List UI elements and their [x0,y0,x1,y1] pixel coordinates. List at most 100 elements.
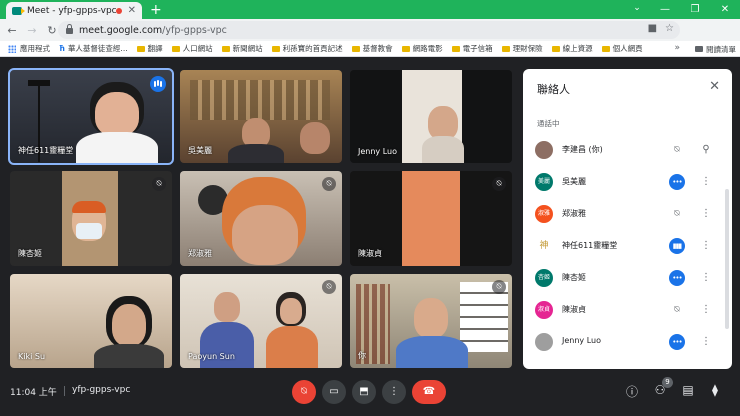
address-bar[interactable]: meet.google.com/yfp-gpps-vpc ■ ☆ [58,21,680,39]
video-tile[interactable]: ⍉ 陳淑貞 [350,171,512,266]
reading-list-icon [695,46,703,52]
close-tab-icon[interactable]: ✕ [128,5,136,16]
avatar [535,333,553,351]
mic-off-icon: ⍉ [301,386,307,397]
more-options-icon[interactable]: ⋮ [698,334,714,350]
reading-list[interactable]: 閱讀清單 [695,41,736,56]
tile-name: Kiki Su [18,352,46,361]
avatar: 美麗 [535,173,553,191]
close-panel-icon[interactable]: ✕ [709,79,720,94]
bookmark-folder[interactable]: 人口網站 [171,43,213,54]
tile-name: 吳美麗 [188,146,212,155]
chat-icon[interactable]: ▤ [679,383,697,397]
video-tile[interactable]: 神任611靈糧堂 [8,68,174,165]
muted-mic-icon[interactable]: ⍉ [669,206,685,222]
video-tile[interactable]: ⍉ Paoyun Sun [180,274,342,368]
more-bookmarks-icon[interactable]: » [674,43,680,53]
bookmark-star-icon[interactable]: ☆ [665,23,674,34]
muted-mic-icon: ⍉ [322,280,336,294]
folder-icon [171,45,180,52]
speaking-indicator-icon: ▮▮▮ [669,238,685,254]
close-window-icon[interactable]: ✕ [710,0,740,19]
present-button[interactable]: ⬒ [352,380,376,404]
bookmark-folder[interactable]: 網路電影 [401,43,443,54]
participant-row: Jenny Luo ••• ⋮ [523,326,732,357]
camera-icon: ▭ [329,386,339,397]
tab-search-icon[interactable]: ⌄ [630,3,644,16]
hang-up-icon: ☎ [422,386,436,397]
bookmark-folder[interactable]: 新聞網站 [221,43,263,54]
more-options-icon[interactable]: ⋮ [698,174,714,190]
video-tile[interactable]: Kiki Su [10,274,172,368]
bookmark-folder[interactable]: 翻譯 [136,43,163,54]
participant-name: 陳淑貞 [562,305,586,314]
participant-count-badge: 9 [662,377,673,388]
panel-scrollbar[interactable] [725,189,729,329]
participant-row: 杏姬 陳杏姬 ••• ⋮ [523,262,732,293]
pin-icon[interactable]: ⚲ [698,142,714,158]
back-icon[interactable]: ← [4,24,20,37]
muted-mic-icon: ⍉ [674,145,680,155]
browser-tab-strip: Meet - yfp-gpps-vpc ✕ + ⌄ — ❐ ✕ [0,0,740,19]
camera-toggle-button[interactable]: ▭ [322,380,346,404]
more-options-icon[interactable]: ⋮ [698,238,714,254]
video-tile[interactable]: ⍉ 陳杏姬 [10,171,172,266]
folder-icon [136,45,145,52]
more-vert-icon: ⋮ [389,386,399,397]
folder-icon [401,45,410,52]
more-options-icon[interactable]: ⋮ [698,206,714,222]
bookmark-folder[interactable]: 基督教會 [351,43,393,54]
forward-icon[interactable]: → [24,24,40,37]
bookmark-folder[interactable]: 電子信箱 [451,43,493,54]
more-options-icon[interactable]: ⋮ [698,302,714,318]
new-tab-button[interactable]: + [150,1,162,19]
mic-toggle-button[interactable]: ⍉ [292,380,316,404]
tile-name: Jenny Luo [358,147,397,156]
avatar: 淑貞 [535,301,553,319]
url-host: meet.google.com [79,24,163,36]
participant-row: 淑雅 郑淑雅 ⍉ ⋮ [523,198,732,229]
muted-mic-icon[interactable]: ⍉ [669,302,685,318]
leave-call-button[interactable]: ☎ [412,380,446,404]
bookmark-folder[interactable]: 線上資源 [551,43,593,54]
present-screen-icon: ⬒ [359,386,369,397]
participant-row: 李建昌 (你) ⍉ ⚲ [523,134,732,165]
folder-icon [221,45,230,52]
speaking-indicator-icon [150,76,166,92]
folder-icon [451,45,460,52]
browser-tab-meet[interactable]: Meet - yfp-gpps-vpc ✕ [6,2,142,19]
video-tile[interactable]: ⍉ 你 [350,274,512,368]
folder-icon [351,45,360,52]
bookmark-apps[interactable]: 應用程式 [8,43,50,54]
participant-row: 美麗 吳美麗 ••• ⋮ [523,166,732,197]
activities-icon[interactable]: ⧫ [706,383,724,397]
folder-icon [271,45,280,52]
more-options-button[interactable]: ⋮ [382,380,406,404]
tile-name: 陳杏姬 [18,249,42,258]
meeting-code: yfp-gpps-vpc [72,385,131,395]
tab-title: Meet - yfp-gpps-vpc [27,5,116,16]
url-path: /yfp-gpps-vpc [162,24,227,36]
audio-dots-icon: ••• [669,334,685,350]
lock-icon[interactable] [66,24,73,34]
bookmark-huaren[interactable]: ħ 華人基督徒查經... [59,43,128,54]
bookmark-folder[interactable]: 個人網頁 [601,43,643,54]
bookmarks-bar: 應用程式 ħ 華人基督徒查經... 翻譯 人口網站 新聞網站 利孫寶的首頁記述 基… [0,41,740,57]
participant-row: 神 神任611靈糧堂 ▮▮▮ ⋮ [523,230,732,261]
participant-row: 淑貞 陳淑貞 ⍉ ⋮ [523,294,732,325]
tile-name: 郑淑雅 [188,249,212,258]
video-tile[interactable]: ⍉ 郑淑雅 [180,171,342,266]
participant-name: 陳杏姬 [562,273,586,282]
bookmark-folder[interactable]: 理財保險 [501,43,543,54]
meeting-info-icon[interactable]: ⓘ [623,383,641,400]
more-options-icon[interactable]: ⋮ [698,270,714,286]
meeting-time: 11:04 上午 [10,388,57,398]
maximize-icon[interactable]: ❐ [680,0,710,19]
muted-mic-icon: ⍉ [492,177,506,191]
minimize-icon[interactable]: — [650,0,680,19]
video-tile[interactable]: 吳美麗 [180,70,342,163]
bookmark-folder[interactable]: 利孫寶的首頁記述 [271,43,343,54]
tile-name: 神任611靈糧堂 [18,146,74,155]
camera-permission-icon[interactable]: ■ [648,23,657,34]
video-tile[interactable]: Jenny Luo [350,70,512,163]
